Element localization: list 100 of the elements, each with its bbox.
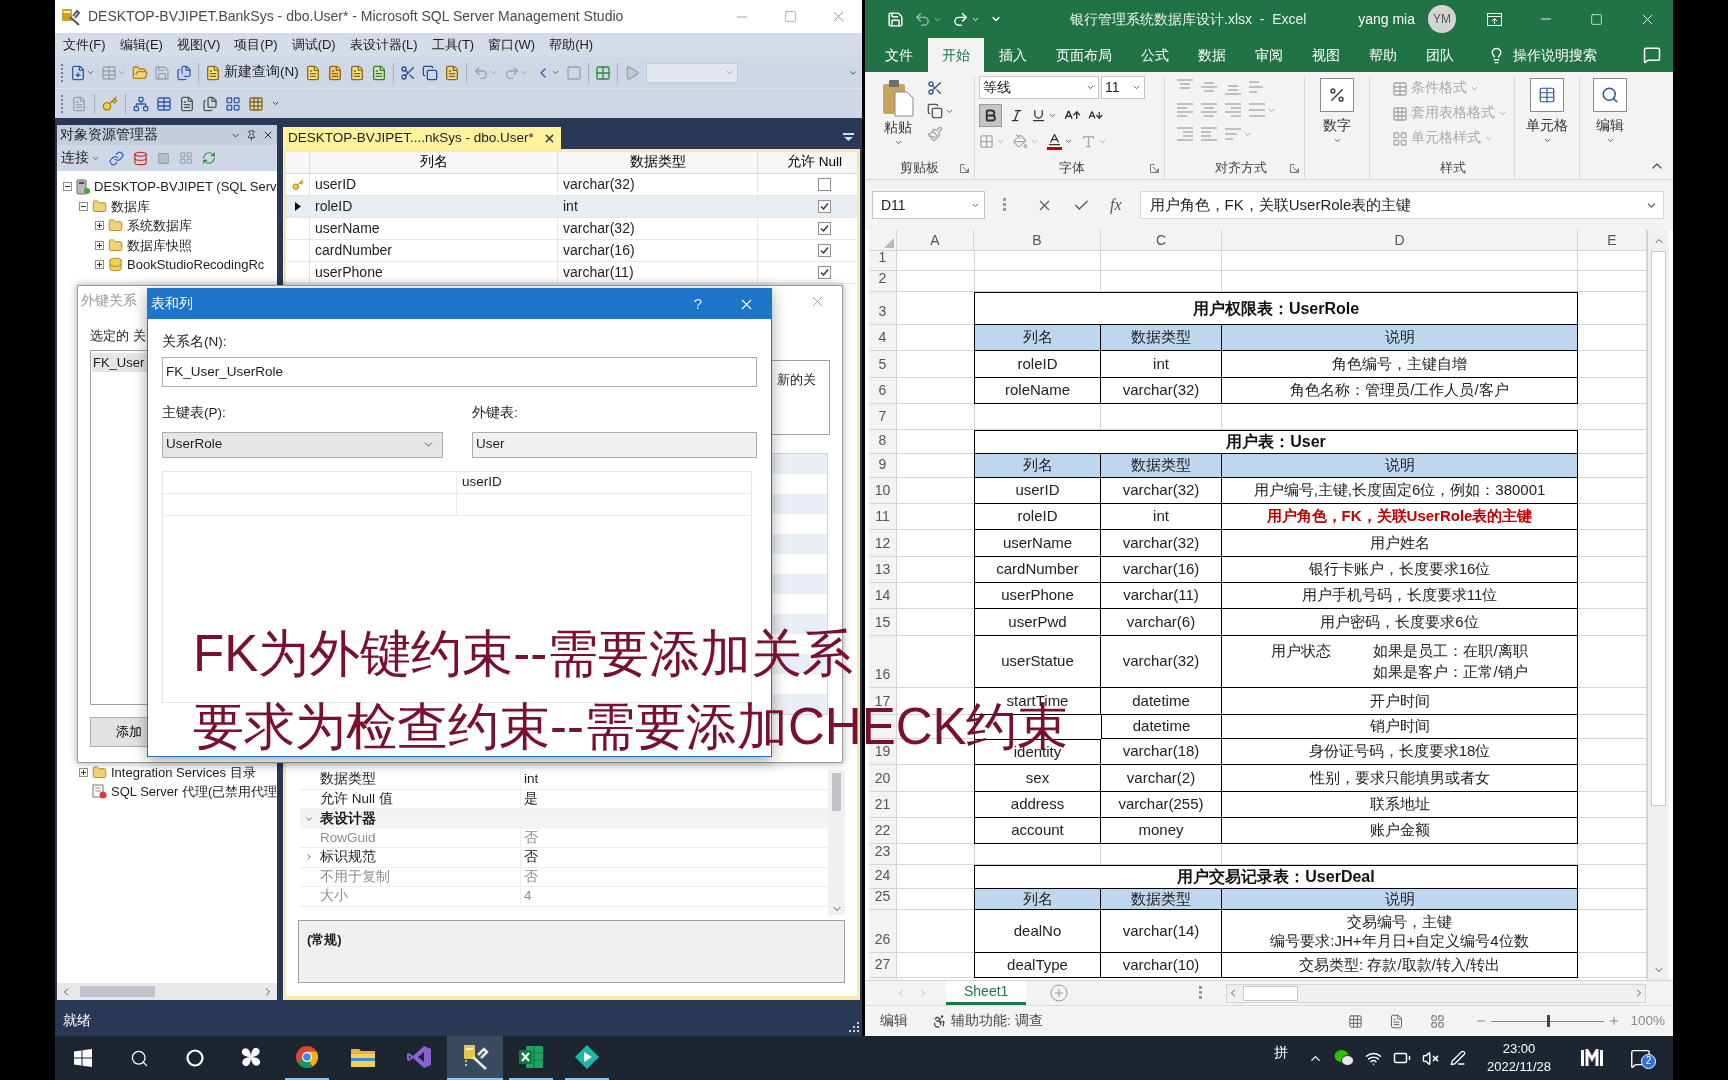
grid-cell[interactable]: userID (457, 471, 751, 494)
decrease-indent-icon[interactable] (1177, 126, 1193, 142)
document-icon[interactable] (370, 64, 387, 81)
document-icon[interactable] (326, 64, 343, 81)
empty-cell[interactable] (1222, 844, 1578, 865)
caret-icon[interactable] (550, 68, 560, 77)
empty-cell[interactable] (974, 404, 1101, 430)
menu-item[interactable]: 工具(T) (424, 35, 482, 55)
table-cell[interactable]: varchar(11) (558, 262, 758, 283)
table-icon[interactable] (101, 64, 117, 81)
table-row[interactable]: userName varchar(32) (286, 218, 857, 240)
checkbox[interactable] (818, 222, 831, 235)
maximize-icon[interactable] (783, 10, 797, 23)
taskbar-app[interactable] (447, 1036, 503, 1080)
document-icon[interactable] (443, 64, 460, 81)
table-row[interactable]: userPhone varchar(11) (286, 262, 857, 284)
pen-icon[interactable] (1450, 1050, 1466, 1066)
row-number[interactable]: 16 (874, 667, 891, 681)
paintbrush-icon[interactable] (927, 126, 943, 142)
empty-cell[interactable] (1101, 271, 1222, 292)
grip-handle[interactable] (60, 93, 64, 114)
ribbon-tab[interactable]: 插入 (985, 38, 1041, 72)
grid-icon[interactable] (248, 95, 264, 112)
text-lines-icon[interactable] (1225, 126, 1241, 142)
caret-icon[interactable] (1332, 136, 1342, 145)
empty-cell[interactable] (1101, 844, 1222, 865)
expand-icon[interactable] (95, 221, 104, 231)
solution-select[interactable] (645, 62, 738, 83)
cut-icon[interactable] (399, 64, 416, 81)
borders-icon[interactable] (979, 133, 994, 149)
table-cell[interactable]: userName (310, 218, 558, 239)
menu-item[interactable]: 调试(D) (284, 35, 343, 55)
empty-cell[interactable] (163, 493, 457, 516)
formula-field[interactable]: 用户角色，FK，关联UserRole表的主键 (1139, 191, 1664, 219)
row-number[interactable]: 3 (878, 304, 887, 318)
table-cell[interactable]: roleID (310, 196, 558, 217)
menu-item[interactable]: 文件(F) (56, 35, 113, 55)
network-icon[interactable] (133, 95, 149, 112)
key-icon[interactable] (102, 95, 118, 112)
caret-icon[interactable] (86, 68, 95, 77)
primary-table-select[interactable]: UserRole (162, 431, 443, 458)
editing-button[interactable]: 编辑 (1593, 78, 1627, 145)
ribbon-tab[interactable]: 视图 (1298, 38, 1354, 72)
row-number[interactable]: 4 (878, 330, 887, 344)
empty-cell[interactable] (1222, 404, 1578, 430)
slider-thumb[interactable] (1546, 1015, 1550, 1027)
undo-icon[interactable] (914, 10, 931, 28)
row-number[interactable]: 8 (878, 433, 887, 447)
row-number[interactable]: 17 (874, 694, 891, 708)
underline-icon[interactable] (1031, 108, 1046, 123)
column-letter[interactable]: C (1101, 230, 1222, 251)
zoom-slider[interactable] (1491, 1015, 1605, 1027)
row-number[interactable]: 22 (874, 823, 891, 837)
ribbon-tab[interactable]: 数据 (1184, 38, 1240, 72)
list-item[interactable]: FK_User (92, 352, 147, 372)
relationship-name-field[interactable]: FK_User_UserRole (162, 357, 757, 388)
empty-cell[interactable] (163, 471, 457, 494)
align-left-icon[interactable] (1177, 102, 1193, 118)
font-size-field[interactable]: 11 (1101, 76, 1145, 99)
collapse-icon[interactable] (79, 201, 88, 211)
row-number[interactable]: 15 (874, 615, 891, 629)
italic-icon[interactable] (1009, 108, 1024, 123)
row-number[interactable]: 12 (874, 536, 891, 550)
files-icon[interactable] (202, 95, 218, 112)
tree-item[interactable]: Integration Services 目录 (111, 762, 256, 782)
table-row[interactable]: cardNumber varchar(16) (286, 240, 857, 262)
ribbon-tab[interactable]: 文件 (871, 38, 927, 72)
document-tab[interactable]: DESKTOP-BVJIPET....nkSys - dbo.User* (283, 127, 561, 149)
row-number[interactable]: 9 (878, 457, 887, 471)
insert-function-button[interactable]: fx (1110, 193, 1122, 217)
row-number[interactable]: 25 (874, 889, 891, 903)
document-icon[interactable] (1389, 1013, 1405, 1029)
stop-icon[interactable] (157, 151, 170, 165)
add-sheet-icon[interactable] (1050, 984, 1069, 1002)
number-format-button[interactable]: 数字 (1320, 78, 1354, 145)
new-file-icon[interactable] (70, 64, 86, 81)
paste-button[interactable]: 粘贴 (879, 79, 917, 157)
menu-item[interactable]: 表设计器(L) (342, 35, 425, 55)
row-number[interactable]: 14 (874, 588, 891, 602)
dialog-launcher-icon[interactable] (960, 163, 969, 173)
ribbon-tab[interactable]: 页面布局 (1042, 38, 1126, 72)
splitter-handle[interactable] (1003, 198, 1006, 212)
align-center-icon[interactable] (1201, 102, 1217, 118)
document-icon[interactable] (304, 64, 321, 81)
column-letter[interactable]: E (1578, 230, 1647, 251)
row-number[interactable]: 10 (874, 483, 891, 497)
input-method-indicator[interactable]: 拼 (1274, 1041, 1288, 1063)
dialog-launcher-icon[interactable] (1290, 163, 1299, 173)
column-letter[interactable]: B (974, 230, 1101, 251)
database-icon[interactable] (133, 150, 148, 166)
scrollbar-thumb[interactable] (1651, 251, 1666, 806)
resize-grip-icon[interactable] (849, 1022, 859, 1032)
align-right-icon[interactable] (1225, 102, 1241, 118)
document-icon[interactable] (348, 64, 365, 81)
ribbon-tab[interactable]: 开始 (928, 38, 984, 72)
table-cell[interactable]: varchar(32) (558, 218, 758, 239)
caret-icon[interactable] (893, 138, 903, 147)
tree-item[interactable]: DESKTOP-BVJIPET (SQL Serv (94, 177, 277, 197)
grid-icon[interactable] (594, 64, 611, 81)
caret-icon[interactable] (1605, 136, 1615, 145)
